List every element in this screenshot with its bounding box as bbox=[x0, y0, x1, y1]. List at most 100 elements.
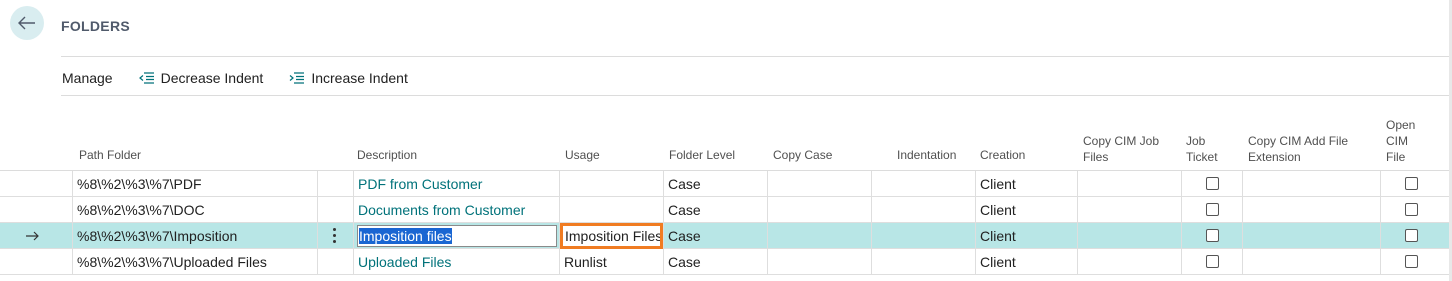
manage-label: Manage bbox=[62, 70, 113, 86]
decrease-indent-icon bbox=[138, 72, 154, 84]
cell-path-folder[interactable]: %8\%2\%3\%7\Uploaded Files bbox=[72, 249, 317, 275]
cell-creation[interactable]: Client bbox=[975, 223, 1077, 249]
col-open-cim-file-line1: Open bbox=[1386, 118, 1416, 132]
cell-indentation[interactable] bbox=[871, 249, 975, 275]
table-row[interactable]: %8\%2\%3\%7\PDF PDF from Customer Case C… bbox=[0, 171, 1449, 197]
cell-description[interactable]: PDF from Customer bbox=[353, 171, 559, 197]
col-copy-cim-add-file-extension-line2: Extension bbox=[1248, 150, 1301, 164]
job-ticket-checkbox[interactable] bbox=[1206, 177, 1219, 190]
cell-path-folder[interactable]: %8\%2\%3\%7\Imposition bbox=[72, 223, 317, 249]
cell-usage[interactable]: Imposition Files bbox=[559, 223, 663, 249]
cell-folder-level[interactable]: Case bbox=[663, 223, 767, 249]
cell-indentation[interactable] bbox=[871, 171, 975, 197]
usage-field-highlighted[interactable]: Imposition Files bbox=[560, 223, 663, 249]
cell-copy-cim-add-file-extension[interactable] bbox=[1242, 171, 1380, 197]
arrow-right-icon bbox=[26, 231, 39, 241]
col-open-cim-file-line2: CIM bbox=[1386, 134, 1408, 148]
cell-row-actions[interactable] bbox=[317, 223, 353, 249]
col-copy-cim-job-files-line2: Files bbox=[1083, 150, 1109, 164]
cell-row-actions[interactable] bbox=[317, 197, 353, 223]
cell-row-actions[interactable] bbox=[317, 171, 353, 197]
cell-job-ticket bbox=[1181, 249, 1242, 275]
cell-usage[interactable] bbox=[559, 197, 663, 223]
cell-copy-cim-add-file-extension[interactable] bbox=[1242, 249, 1380, 275]
open-cim-file-checkbox[interactable] bbox=[1405, 255, 1418, 268]
cell-row-actions[interactable] bbox=[317, 249, 353, 275]
cell-open-cim-file bbox=[1380, 197, 1449, 223]
cell-copy-cim-job-files[interactable] bbox=[1077, 197, 1181, 223]
job-ticket-checkbox[interactable] bbox=[1206, 203, 1219, 216]
cell-folder-level[interactable]: Case bbox=[663, 249, 767, 275]
description-selected-text: Imposition files bbox=[359, 228, 452, 244]
action-bar: Manage Decrease Indent Increase Indent bbox=[62, 68, 434, 88]
cell-creation[interactable]: Client bbox=[975, 197, 1077, 223]
col-copy-cim-job-files[interactable]: Copy CIM Job Files bbox=[1083, 133, 1159, 165]
cell-description[interactable]: Documents from Customer bbox=[353, 197, 559, 223]
col-open-cim-file-line3: File bbox=[1386, 150, 1406, 164]
col-path-folder[interactable]: Path Folder bbox=[79, 147, 141, 163]
job-ticket-checkbox[interactable] bbox=[1206, 229, 1219, 242]
cell-folder-level[interactable]: Case bbox=[663, 171, 767, 197]
col-job-ticket-line1: Job bbox=[1186, 134, 1206, 148]
decrease-indent-label: Decrease Indent bbox=[160, 70, 264, 86]
cell-path-folder[interactable]: %8\%2\%3\%7\DOC bbox=[72, 197, 317, 223]
col-folder-level[interactable]: Folder Level bbox=[669, 147, 735, 163]
cell-copy-case[interactable] bbox=[767, 197, 871, 223]
cell-indentation[interactable] bbox=[871, 223, 975, 249]
cell-copy-cim-add-file-extension[interactable] bbox=[1242, 197, 1380, 223]
toolbar-divider bbox=[61, 95, 1449, 96]
cell-copy-case[interactable] bbox=[767, 171, 871, 197]
arrow-left-icon bbox=[18, 16, 35, 30]
col-creation[interactable]: Creation bbox=[980, 147, 1025, 163]
col-job-ticket[interactable]: Job Ticket bbox=[1186, 133, 1218, 165]
cell-job-ticket bbox=[1181, 171, 1242, 197]
cell-creation[interactable]: Client bbox=[975, 171, 1077, 197]
cell-copy-cim-job-files[interactable] bbox=[1077, 171, 1181, 197]
manage-button[interactable]: Manage bbox=[62, 70, 113, 86]
cell-description[interactable]: Imposition files bbox=[353, 223, 559, 249]
back-button[interactable] bbox=[10, 6, 44, 40]
col-usage[interactable]: Usage bbox=[565, 147, 600, 163]
job-ticket-checkbox[interactable] bbox=[1206, 255, 1219, 268]
cell-copy-cim-add-file-extension[interactable] bbox=[1242, 223, 1380, 249]
cell-open-cim-file bbox=[1380, 223, 1449, 249]
increase-indent-button[interactable]: Increase Indent bbox=[289, 70, 408, 86]
cell-copy-case[interactable] bbox=[767, 223, 871, 249]
cell-description[interactable]: Uploaded Files bbox=[353, 249, 559, 275]
cell-usage[interactable] bbox=[559, 171, 663, 197]
cell-copy-cim-job-files[interactable] bbox=[1077, 249, 1181, 275]
cell-row-marker bbox=[0, 223, 72, 249]
table-row[interactable]: %8\%2\%3\%7\Uploaded Files Uploaded File… bbox=[0, 249, 1449, 275]
open-cim-file-checkbox[interactable] bbox=[1405, 203, 1418, 216]
cell-creation[interactable]: Client bbox=[975, 249, 1077, 275]
cell-open-cim-file bbox=[1380, 171, 1449, 197]
col-description[interactable]: Description bbox=[357, 147, 417, 163]
col-copy-case[interactable]: Copy Case bbox=[773, 147, 832, 163]
cell-copy-cim-job-files[interactable] bbox=[1077, 223, 1181, 249]
cell-usage[interactable]: Runlist bbox=[559, 249, 663, 275]
increase-indent-icon bbox=[289, 72, 305, 84]
increase-indent-label: Increase Indent bbox=[311, 70, 408, 86]
col-indentation[interactable]: Indentation bbox=[897, 147, 956, 163]
cell-open-cim-file bbox=[1380, 249, 1449, 275]
table-row-selected[interactable]: %8\%2\%3\%7\Imposition Imposition files … bbox=[0, 223, 1449, 249]
col-job-ticket-line2: Ticket bbox=[1186, 150, 1218, 164]
description-edit-field[interactable]: Imposition files bbox=[357, 225, 557, 247]
col-copy-cim-add-file-extension-line1: Copy CIM Add File bbox=[1248, 134, 1349, 148]
cell-copy-case[interactable] bbox=[767, 249, 871, 275]
cell-path-folder[interactable]: %8\%2\%3\%7\PDF bbox=[72, 171, 317, 197]
open-cim-file-checkbox[interactable] bbox=[1405, 177, 1418, 190]
col-copy-cim-job-files-line1: Copy CIM Job bbox=[1083, 134, 1160, 148]
cell-job-ticket bbox=[1181, 223, 1242, 249]
table-row[interactable]: %8\%2\%3\%7\DOC Documents from Customer … bbox=[0, 197, 1449, 223]
open-cim-file-checkbox[interactable] bbox=[1405, 229, 1418, 242]
header-divider bbox=[61, 56, 1449, 57]
decrease-indent-button[interactable]: Decrease Indent bbox=[138, 70, 264, 86]
cell-folder-level[interactable]: Case bbox=[663, 197, 767, 223]
cell-indentation[interactable] bbox=[871, 197, 975, 223]
col-copy-cim-add-file-extension[interactable]: Copy CIM Add File Extension bbox=[1248, 133, 1348, 165]
cell-job-ticket bbox=[1181, 197, 1242, 223]
kebab-menu-icon[interactable] bbox=[333, 228, 337, 246]
col-open-cim-file[interactable]: Open CIM File bbox=[1386, 117, 1415, 165]
page-title: FOLDERS bbox=[61, 18, 130, 34]
